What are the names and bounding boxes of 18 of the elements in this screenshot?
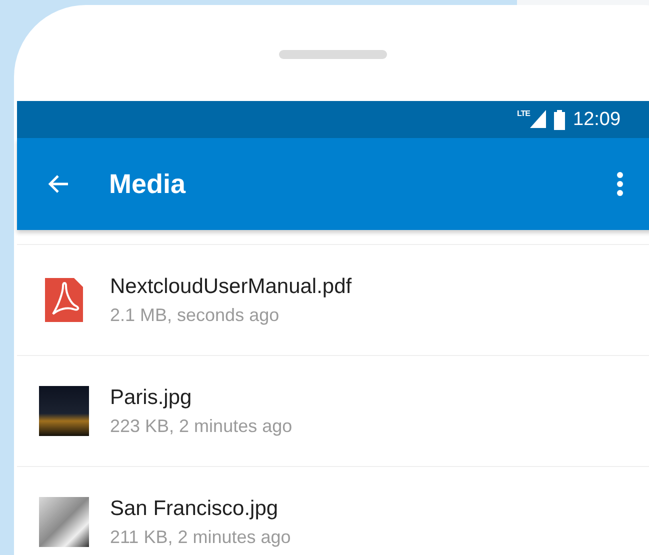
battery-icon: [554, 110, 566, 130]
file-row[interactable]: NextcloudUserManual.pdf 2.1 MB, seconds ago: [17, 244, 649, 355]
file-row[interactable]: San Francisco.jpg 211 KB, 2 minutes ago: [17, 466, 649, 555]
file-details: 211 KB, 2 minutes ago: [110, 526, 291, 548]
pdf-file-icon: [44, 278, 82, 322]
screen-title: Media: [109, 168, 186, 200]
file-details: 223 KB, 2 minutes ago: [110, 416, 292, 436]
file-details: 2.1 MB, seconds ago: [110, 304, 280, 326]
photo-placeholder: [38, 497, 88, 547]
status-time: 12:09: [573, 108, 621, 130]
file-name: San Francisco.jpg: [110, 496, 280, 520]
signal-icon: [530, 110, 546, 128]
photo-placeholder: [38, 386, 88, 436]
file-row[interactable]: Paris.jpg 223 KB, 2 minutes ago: [17, 355, 649, 466]
file-name: Paris.jpg: [110, 386, 193, 410]
file-name: NextcloudUserManual.pdf: [110, 274, 352, 298]
more-vertical-icon: [616, 171, 624, 197]
network-label: LTE: [517, 110, 530, 118]
